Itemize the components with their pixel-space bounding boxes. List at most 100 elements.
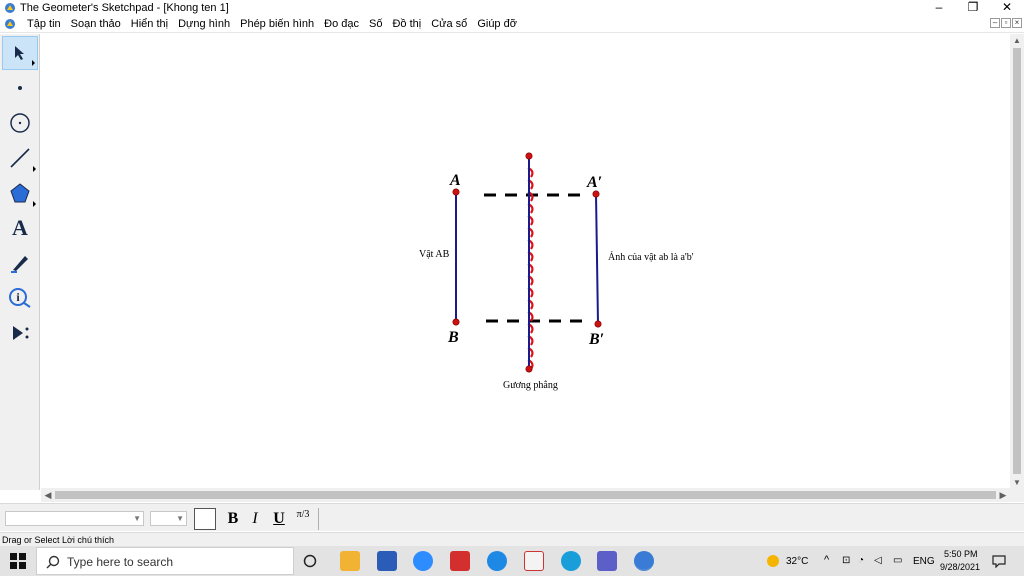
compass-tool[interactable] [2, 106, 38, 140]
scroll-up-icon[interactable]: ▲ [1010, 34, 1024, 48]
polygon-tool[interactable] [2, 176, 38, 210]
vertical-scroll-thumb[interactable] [1013, 48, 1021, 474]
sketch-canvas[interactable]: A B A′ B′ Vật AB Ảnh của vật ab là a'b' … [41, 34, 1010, 490]
point-mirror-top[interactable] [525, 152, 533, 160]
sketch-drawing[interactable]: A B A′ B′ Vật AB Ảnh của vật ab là a'b' … [41, 34, 1010, 490]
clock-date[interactable]: 9/28/2021 [940, 562, 980, 572]
windows-logo-icon [10, 553, 26, 569]
tray-volume-icon[interactable]: ◁ [874, 555, 882, 566]
menu-graph[interactable]: Đồ thị [387, 16, 426, 32]
point-b[interactable] [452, 318, 460, 326]
label-a[interactable]: A [449, 172, 461, 189]
window-title: The Geometer's Sketchpad - [Khong ten 1] [20, 2, 229, 14]
scroll-right-icon[interactable]: ▶ [996, 488, 1010, 502]
circle-icon [10, 113, 30, 133]
menu-measure[interactable]: Đo đạc [319, 16, 364, 32]
document-icon[interactable] [4, 18, 16, 30]
weather-sun-icon[interactable] [766, 554, 780, 568]
straightedge-tool[interactable] [2, 141, 38, 175]
text-format-bar: ▼ ▼ B I U π/3 [0, 503, 1024, 531]
caption-object[interactable]: Vật AB [419, 249, 450, 260]
pentagon-icon [10, 183, 30, 203]
scroll-left-icon[interactable]: ◀ [41, 488, 55, 502]
menu-number[interactable]: Số [364, 16, 387, 32]
menu-file[interactable]: Tập tin [22, 16, 66, 32]
sketchpad-app-icon [5, 3, 15, 13]
doc-close-button[interactable]: × [1012, 18, 1022, 28]
vertical-scrollbar[interactable]: ▲ ▼ [1010, 34, 1024, 490]
info-icon: i [9, 288, 31, 308]
windows-taskbar: Type here to search 32°C ^ ⊡ ◔ ◁ ▭ ENG 5… [0, 546, 1024, 576]
notification-icon[interactable] [992, 554, 1006, 568]
snipping-tool-icon[interactable] [524, 551, 544, 571]
zalo-icon[interactable] [487, 551, 507, 571]
teams-icon[interactable] [597, 551, 617, 571]
segment-a-prime-b-prime[interactable] [595, 193, 599, 325]
status-text: Drag or Select Lời chú thích [2, 535, 114, 545]
caption-image[interactable]: Ảnh của vật ab là a'b' [608, 251, 694, 263]
text-color-swatch[interactable] [194, 508, 216, 530]
svg-text:i: i [16, 290, 20, 304]
math-format-button[interactable]: π/3 [293, 510, 313, 530]
custom-tool[interactable] [2, 316, 38, 350]
underline-button[interactable]: U [272, 509, 286, 529]
horizontal-scrollbar[interactable]: ◀ ▶ [41, 488, 1010, 502]
menu-bar: Tập tin Soạn thảo Hiển thị Dựng hình Phé… [0, 16, 1024, 33]
point-a[interactable] [452, 188, 460, 196]
menu-construct[interactable]: Dựng hình [173, 16, 235, 32]
segment-icon [10, 148, 30, 168]
information-tool[interactable]: i [2, 281, 38, 315]
edge-browser-icon[interactable] [561, 551, 581, 571]
pdf-reader-icon[interactable] [450, 551, 470, 571]
play-more-icon [13, 326, 29, 340]
label-b-prime[interactable]: B′ [588, 331, 604, 348]
taskbar-search-box[interactable]: Type here to search [36, 547, 294, 575]
scroll-corner [1010, 488, 1024, 502]
tray-chevron-up-icon[interactable]: ^ [824, 554, 829, 566]
restore-button[interactable]: ❐ [956, 0, 990, 16]
selection-arrow-tool[interactable] [2, 36, 38, 70]
menu-edit[interactable]: Soạn thảo [66, 16, 126, 32]
caption-mirror[interactable]: Gương phẳng [503, 380, 558, 391]
point-b-prime[interactable] [594, 320, 602, 328]
clock-time[interactable]: 5:50 PM [944, 549, 978, 559]
menu-window[interactable]: Cửa sổ [426, 16, 472, 32]
menu-display[interactable]: Hiển thị [126, 16, 173, 32]
menu-transform[interactable]: Phép biến hình [235, 16, 319, 32]
format-separator [318, 508, 319, 530]
doc-minimize-button[interactable]: – [990, 18, 1000, 28]
font-family-select[interactable]: ▼ [5, 511, 144, 526]
search-icon [46, 555, 60, 569]
dashed-connectors [484, 193, 583, 323]
close-button[interactable]: ✕ [990, 0, 1024, 16]
temperature-text[interactable]: 32°C [786, 556, 808, 567]
italic-button[interactable]: I [249, 509, 261, 529]
horizontal-scroll-thumb[interactable] [55, 491, 996, 499]
point-tool[interactable] [2, 71, 38, 105]
file-explorer-icon[interactable] [340, 551, 360, 571]
doc-restore-button[interactable]: ▫ [1001, 18, 1011, 28]
word-icon[interactable] [377, 551, 397, 571]
menu-help[interactable]: Giúp đỡ [472, 16, 522, 32]
search-placeholder: Type here to search [67, 555, 174, 569]
point-a-prime[interactable] [592, 190, 600, 198]
task-view-icon[interactable] [303, 554, 317, 568]
language-indicator[interactable]: ENG [913, 556, 935, 567]
letter-a-icon: A [12, 215, 28, 240]
toolbox: A i [0, 34, 40, 490]
marker-tool[interactable] [2, 246, 38, 280]
sketchpad-taskbar-icon[interactable] [634, 551, 654, 571]
tray-network-icon[interactable]: ⊡ [842, 555, 850, 566]
zoom-icon[interactable] [413, 551, 433, 571]
text-tool[interactable]: A [2, 211, 38, 245]
minimize-button[interactable]: – [922, 0, 956, 16]
point-mirror-bottom[interactable] [525, 365, 533, 373]
tray-battery-icon[interactable]: ▭ [893, 555, 902, 566]
font-size-select[interactable]: ▼ [150, 511, 187, 526]
bold-button[interactable]: B [226, 509, 240, 529]
label-a-prime[interactable]: A′ [586, 174, 602, 191]
tray-wifi-icon[interactable]: ◔ [858, 555, 864, 566]
arrow-cursor-icon [15, 46, 24, 60]
start-button[interactable] [0, 546, 36, 576]
label-b[interactable]: B [447, 329, 459, 346]
